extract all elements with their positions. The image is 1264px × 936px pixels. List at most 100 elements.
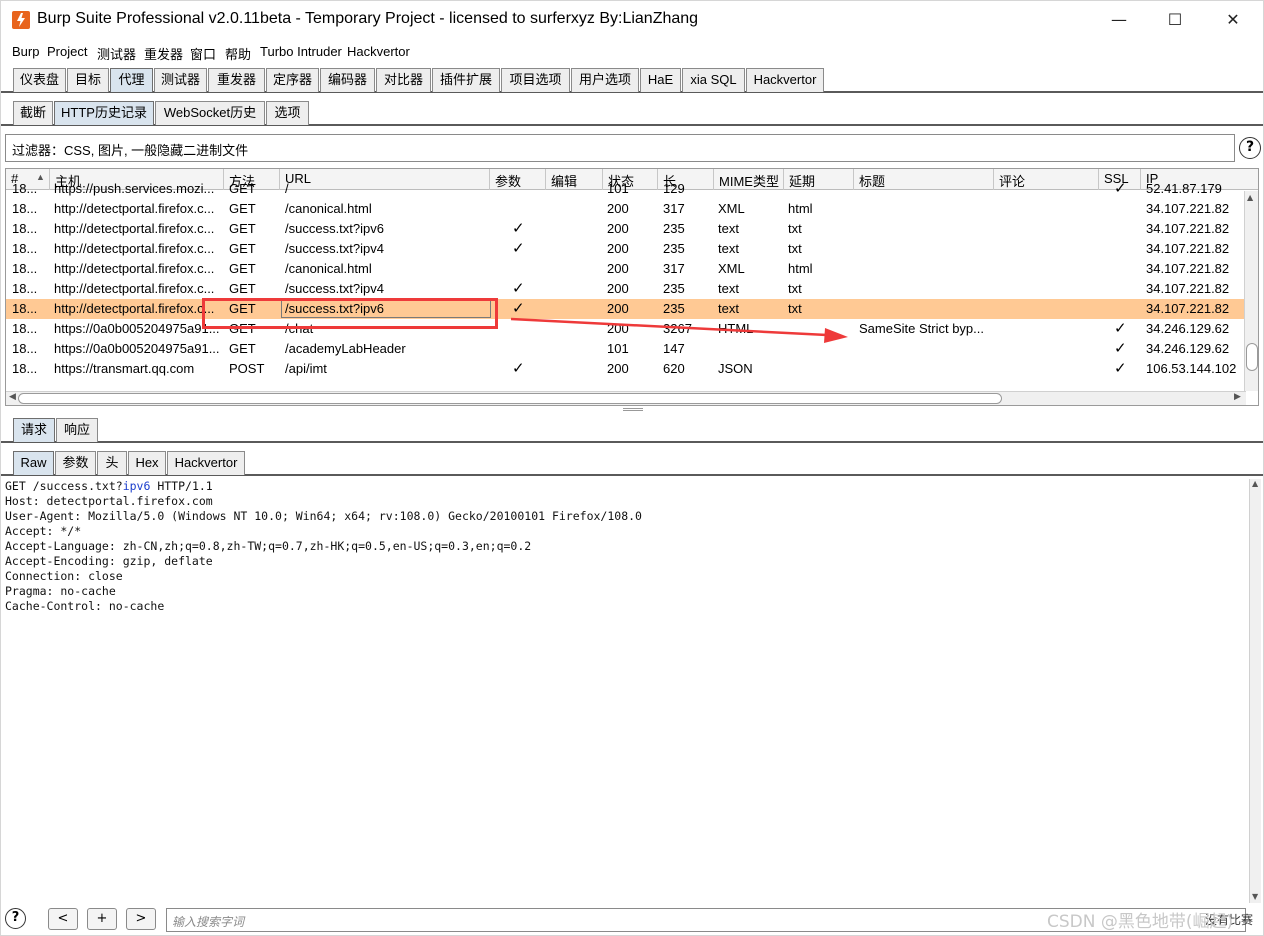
tab-repeater[interactable]: 重发器	[208, 68, 265, 92]
scroll-right-icon[interactable]: ▶	[1234, 392, 1241, 402]
menu-repeater[interactable]: 重发器	[144, 44, 183, 63]
tab-sequencer[interactable]: 定序器	[266, 68, 319, 92]
cell-ip: 34.107.221.82	[1146, 241, 1230, 256]
vertical-scroll-thumb[interactable]	[1246, 343, 1258, 371]
filter-bar[interactable]: 过滤器：CSS, 图片, 一般隐藏二进制文件	[5, 134, 1235, 162]
menu-help[interactable]: 帮助	[225, 44, 251, 63]
cell-length: 235	[663, 301, 685, 316]
table-horizontal-scrollbar[interactable]: ◀ ▶	[6, 391, 1246, 405]
cell-ip: 34.107.221.82	[1146, 201, 1230, 216]
cell-length: 3267	[663, 321, 692, 336]
table-row[interactable]: 18... https://0a0b005204975a91... GET/acad…	[6, 339, 1246, 359]
cell-num: 18...	[12, 201, 38, 216]
tab-request[interactable]: 请求	[13, 418, 55, 442]
tab-extender[interactable]: 插件扩展	[432, 68, 500, 92]
table-row-selected[interactable]: 18... http://detectportal.firefox.c... GET…	[6, 299, 1246, 319]
cell-num: 18...	[12, 261, 38, 276]
minimize-icon[interactable]: —	[1101, 7, 1137, 33]
tab-user-options[interactable]: 用户选项	[571, 68, 639, 92]
header-accept-encoding: Accept-Encoding: gzip, deflate	[5, 554, 213, 568]
cell-ext: txt	[788, 221, 802, 236]
cell-ssl: ✓	[1114, 340, 1127, 357]
add-button[interactable]: +	[87, 908, 117, 930]
table-row[interactable]: 18... https://0a0b005204975a91... GET/chat…	[6, 319, 1246, 339]
next-match-button[interactable]: >	[126, 908, 156, 930]
tab-params[interactable]: 参数	[55, 451, 96, 475]
editor-scroll-up-icon[interactable]: ▲	[1252, 479, 1258, 488]
help-icon[interactable]: ?	[1239, 137, 1261, 159]
cell-length: 235	[663, 241, 685, 256]
tab-comparer[interactable]: 对比器	[376, 68, 431, 92]
tab-hackvertor-view[interactable]: Hackvertor	[167, 451, 245, 475]
tab-decoder[interactable]: 编码器	[320, 68, 375, 92]
cell-host: https://transmart.qq.com	[54, 361, 195, 376]
splitter-handle[interactable]	[623, 408, 643, 411]
tab-hex[interactable]: Hex	[128, 451, 166, 475]
tab-intercept[interactable]: 截断	[13, 101, 53, 125]
cell-num: 18...	[12, 341, 38, 356]
tab-headers[interactable]: 头	[97, 451, 127, 475]
burp-window: Burp Suite Professional v2.0.11beta - Te…	[0, 0, 1264, 936]
table-row[interactable]: 18... http://detectportal.firefox.c... GET…	[6, 199, 1246, 219]
cell-host: http://detectportal.firefox.c...	[54, 221, 215, 236]
cell-length: 129	[663, 181, 685, 196]
cell-host: http://detectportal.firefox.c...	[54, 301, 215, 316]
cell-ext: txt	[788, 281, 802, 296]
scroll-up-icon[interactable]: ▲	[1247, 193, 1253, 202]
tab-http-history[interactable]: HTTP历史记录	[54, 101, 154, 125]
close-icon[interactable]: ✕	[1215, 7, 1251, 33]
cell-length: 147	[663, 341, 685, 356]
raw-request-editor[interactable]: GET /success.txt?ipv6 HTTP/1.1 Host: dete…	[5, 479, 1249, 903]
menu-intruder[interactable]: 测试器	[97, 44, 136, 63]
cell-method: GET	[229, 261, 256, 276]
editor-scroll-down-icon[interactable]: ▼	[1252, 892, 1258, 901]
table-row[interactable]: 18... http://detectportal.firefox.c... GET…	[6, 239, 1246, 259]
table-row[interactable]: 18... https://push.services.mozi... GET / 10…	[6, 179, 1246, 199]
burp-logo-icon	[12, 11, 30, 29]
cell-num: 18...	[12, 301, 38, 316]
cell-params: ✓	[512, 280, 525, 297]
table-row[interactable]: 18... http://detectportal.firefox.c... GET…	[6, 219, 1246, 239]
table-vertical-scrollbar[interactable]: ▲	[1244, 191, 1258, 391]
tab-proxy[interactable]: 代理	[110, 68, 153, 92]
scroll-left-icon[interactable]: ◀	[9, 392, 16, 402]
cell-status: 200	[607, 201, 629, 216]
cell-ssl: ✓	[1114, 180, 1127, 197]
cell-num: 18...	[12, 241, 38, 256]
editor-vertical-scrollbar[interactable]: ▲ ▼	[1249, 479, 1261, 903]
cell-host: https://0a0b005204975a91...	[54, 341, 220, 356]
tab-response[interactable]: 响应	[56, 418, 98, 442]
menu-project[interactable]: Project	[47, 44, 87, 59]
menu-burp[interactable]: Burp	[12, 44, 39, 59]
search-help-icon[interactable]: ?	[5, 908, 26, 929]
header-pragma: Pragma: no-cache	[5, 584, 116, 598]
tab-hae[interactable]: HaE	[640, 68, 681, 92]
maximize-icon[interactable]: ☐	[1157, 7, 1193, 33]
menu-turbo-intruder[interactable]: Turbo Intruder	[260, 44, 342, 59]
tab-target[interactable]: 目标	[67, 68, 109, 92]
menu-window[interactable]: 窗口	[190, 44, 216, 63]
table-row[interactable]: 18... https://transmart.qq.com POST/api/im…	[6, 359, 1246, 379]
tab-xia-sql[interactable]: xia SQL	[682, 68, 745, 92]
header-cache-control: Cache-Control: no-cache	[5, 599, 165, 613]
table-row[interactable]: 18... http://detectportal.firefox.c... GET…	[6, 259, 1246, 279]
cell-url: /api/imt	[285, 361, 327, 376]
cell-ip: 34.246.129.62	[1146, 321, 1230, 336]
horizontal-scroll-thumb[interactable]	[18, 393, 1002, 404]
history-table: # ▲ 主机 方法 URL 参数 编辑 状态 长 MIME类型 延期 标题 评论 …	[5, 168, 1259, 406]
tab-hackvertor[interactable]: Hackvertor	[746, 68, 824, 92]
tab-dashboard[interactable]: 仪表盘	[13, 68, 66, 92]
prev-match-button[interactable]: <	[48, 908, 78, 930]
menu-hackvertor[interactable]: Hackvertor	[347, 44, 410, 59]
tab-intruder[interactable]: 测试器	[154, 68, 207, 92]
table-row[interactable]: 18... http://detectportal.firefox.c... GET…	[6, 279, 1246, 299]
tab-options[interactable]: 选项	[266, 101, 309, 125]
header-accept: Accept: */*	[5, 524, 82, 538]
tab-raw[interactable]: Raw	[13, 451, 54, 475]
tab-project-options[interactable]: 项目选项	[501, 68, 570, 92]
cell-num: 18...	[12, 321, 38, 336]
tab-websocket-history[interactable]: WebSocket历史	[155, 101, 265, 125]
request-line: GET /success.txt?ipv6 HTTP/1.1	[5, 479, 213, 493]
cell-mime: JSON	[718, 361, 753, 376]
cell-num: 18...	[12, 281, 38, 296]
